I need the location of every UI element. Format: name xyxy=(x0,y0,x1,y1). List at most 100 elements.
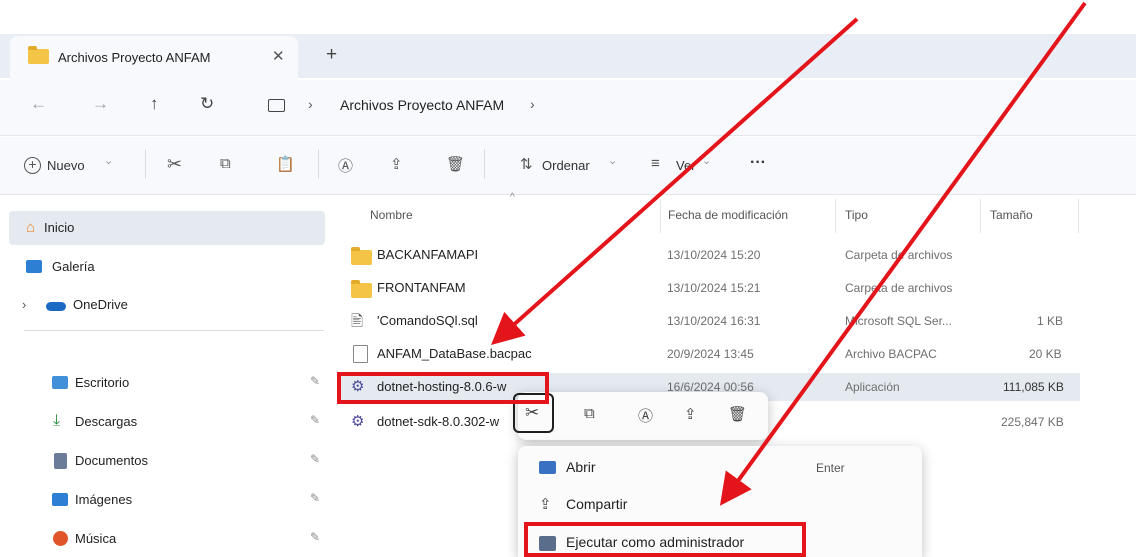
file-type: Carpeta de archivos xyxy=(845,248,953,262)
computer-icon[interactable] xyxy=(268,99,285,112)
home-icon: ⌂ xyxy=(26,219,36,236)
pin-icon[interactable]: ✎ xyxy=(310,413,320,427)
sidebar-item-label: Documentos xyxy=(75,453,148,468)
sql-file-icon: 🖹 xyxy=(351,313,364,330)
share-icon[interactable]: ⇪ xyxy=(390,155,403,173)
context-menu-actions: ✂ ⧉ Ⓐ ⇪ 🗑 xyxy=(513,392,768,440)
file-type: Aplicación xyxy=(845,380,900,394)
plus-icon[interactable]: + xyxy=(24,157,41,174)
share-icon[interactable]: ⇪ xyxy=(684,405,697,423)
expand-chevron-icon[interactable]: › xyxy=(22,297,26,312)
trash-icon[interactable]: 🗑 xyxy=(446,155,465,173)
file-name: FRONTANFAM xyxy=(377,280,466,295)
sidebar-item-label: Escritorio xyxy=(75,375,130,390)
table-row[interactable]: BACKANFAMAPI 13/10/2024 15:20 Carpeta de… xyxy=(337,241,1080,269)
share-icon: ⇪ xyxy=(539,496,552,513)
download-icon: ⤓ xyxy=(53,412,61,429)
navigation-pane: ⌂ Inicio Galería › OneDrive Escritorio ✎… xyxy=(0,196,330,557)
toolbar-divider xyxy=(318,149,319,179)
menu-item-open[interactable]: Abrir Enter xyxy=(518,453,922,483)
open-icon xyxy=(539,461,556,474)
copy-icon[interactable]: ⧉ xyxy=(220,155,231,172)
rename-icon[interactable]: Ⓐ xyxy=(638,405,653,426)
cloud-icon xyxy=(46,302,66,311)
menu-item-label: Compartir xyxy=(566,496,628,512)
cut-icon: ✂ xyxy=(525,403,540,422)
sidebar-divider xyxy=(24,330,324,331)
pin-icon[interactable]: ✎ xyxy=(310,491,320,505)
sidebar-item-music[interactable]: Música ✎ xyxy=(0,522,330,556)
close-tab-icon[interactable]: ✕ xyxy=(272,47,285,65)
folder-icon xyxy=(351,247,372,265)
file-date: 13/10/2024 15:20 xyxy=(667,248,761,262)
file-name: dotnet-sdk-8.0.302-w xyxy=(377,414,500,429)
column-separator[interactable] xyxy=(980,199,981,233)
desktop-icon xyxy=(52,376,68,389)
table-row[interactable]: 🖹 'ComandoSQl.sql 13/10/2024 16:31 Micro… xyxy=(337,307,1080,335)
pin-icon[interactable]: ✎ xyxy=(310,374,320,388)
column-header-size[interactable]: Tamaño xyxy=(990,208,1033,222)
column-separator[interactable] xyxy=(660,199,661,233)
gallery-icon xyxy=(26,260,42,273)
view-button[interactable]: Ver xyxy=(676,158,696,173)
column-header-name[interactable]: Nombre xyxy=(370,208,413,222)
new-tab-button[interactable]: + xyxy=(326,44,337,66)
highlight-box-selected-file xyxy=(337,372,549,404)
toolbar-divider xyxy=(484,149,485,179)
file-size: 225,847 KB xyxy=(1001,415,1064,429)
sidebar-item-downloads[interactable]: ⤓ Descargas ✎ xyxy=(0,405,330,439)
breadcrumb-separator: › xyxy=(308,96,313,112)
file-size: 1 KB xyxy=(1037,314,1064,328)
table-row[interactable]: ANFAM_DataBase.bacpac 20/9/2024 13:45 Ar… xyxy=(337,340,1080,368)
highlight-box-run-as-admin xyxy=(524,522,806,557)
sort-button[interactable]: Ordenar xyxy=(542,158,590,173)
breadcrumb-separator[interactable]: › xyxy=(530,96,535,112)
chevron-down-icon: ⌄ xyxy=(104,155,114,167)
file-size: 20 KB xyxy=(1029,347,1062,361)
rename-icon[interactable]: Ⓐ xyxy=(338,155,353,176)
table-row[interactable]: FRONTANFAM 13/10/2024 15:21 Carpeta de a… xyxy=(337,274,1080,302)
pin-icon[interactable]: ✎ xyxy=(310,452,320,466)
pin-icon[interactable]: ✎ xyxy=(310,530,320,544)
sidebar-item-desktop[interactable]: Escritorio ✎ xyxy=(0,366,330,400)
breadcrumb-current[interactable]: Archivos Proyecto ANFAM xyxy=(340,97,504,113)
sort-indicator-icon: ^ xyxy=(510,192,515,203)
paste-icon[interactable]: 📋 xyxy=(276,155,295,173)
menu-item-label: Abrir xyxy=(566,459,596,475)
column-header-type[interactable]: Tipo xyxy=(845,208,868,222)
tab-archivos-proyecto[interactable]: Archivos Proyecto ANFAM ✕ xyxy=(10,36,298,80)
file-name: BACKANFAMAPI xyxy=(377,247,479,262)
column-header-modified[interactable]: Fecha de modificación xyxy=(668,208,788,222)
sort-icon[interactable]: ⇅ xyxy=(520,155,533,173)
sidebar-item-label: Imágenes xyxy=(75,492,133,507)
back-button[interactable]: ← xyxy=(30,94,47,114)
command-bar: + Nuevo ⌄ ✂ ⧉ 📋 Ⓐ ⇪ 🗑 ⇅ Ordenar ⌄ ≡ Ver … xyxy=(0,137,1136,195)
cut-icon[interactable]: ✂ xyxy=(167,154,182,175)
sidebar-item-documents[interactable]: Documentos ✎ xyxy=(0,444,330,478)
toolbar-divider xyxy=(145,149,146,179)
up-button[interactable]: ↑ xyxy=(150,94,159,114)
file-date: 20/9/2024 13:45 xyxy=(667,347,754,361)
sidebar-item-label: Música xyxy=(75,531,117,546)
sidebar-item-pictures[interactable]: Imágenes ✎ xyxy=(0,483,330,517)
folder-icon xyxy=(351,280,372,298)
copy-icon[interactable]: ⧉ xyxy=(584,405,595,422)
new-button[interactable]: Nuevo xyxy=(47,158,85,173)
forward-button[interactable]: → xyxy=(92,94,109,114)
music-icon xyxy=(53,531,68,546)
sidebar-item-gallery[interactable]: Galería xyxy=(0,250,330,284)
more-options-button[interactable]: ··· xyxy=(750,154,766,172)
chevron-down-icon: ⌄ xyxy=(702,155,712,167)
menu-item-share[interactable]: ⇪ Compartir xyxy=(518,490,922,520)
sidebar-item-label: Descargas xyxy=(75,414,138,429)
file-date: 13/10/2024 16:31 xyxy=(667,314,761,328)
sidebar-item-home[interactable]: ⌂ Inicio xyxy=(9,211,325,245)
sidebar-item-label: Galería xyxy=(52,259,95,274)
sidebar-item-onedrive[interactable]: › OneDrive xyxy=(0,288,330,322)
trash-icon[interactable]: 🗑 xyxy=(728,405,747,423)
refresh-button[interactable]: ↻ xyxy=(200,94,214,114)
view-icon[interactable]: ≡ xyxy=(651,155,660,172)
column-separator[interactable] xyxy=(1078,199,1079,233)
address-bar: ← → ↑ ↻ › Archivos Proyecto ANFAM › xyxy=(0,80,1136,136)
column-separator[interactable] xyxy=(835,199,836,233)
